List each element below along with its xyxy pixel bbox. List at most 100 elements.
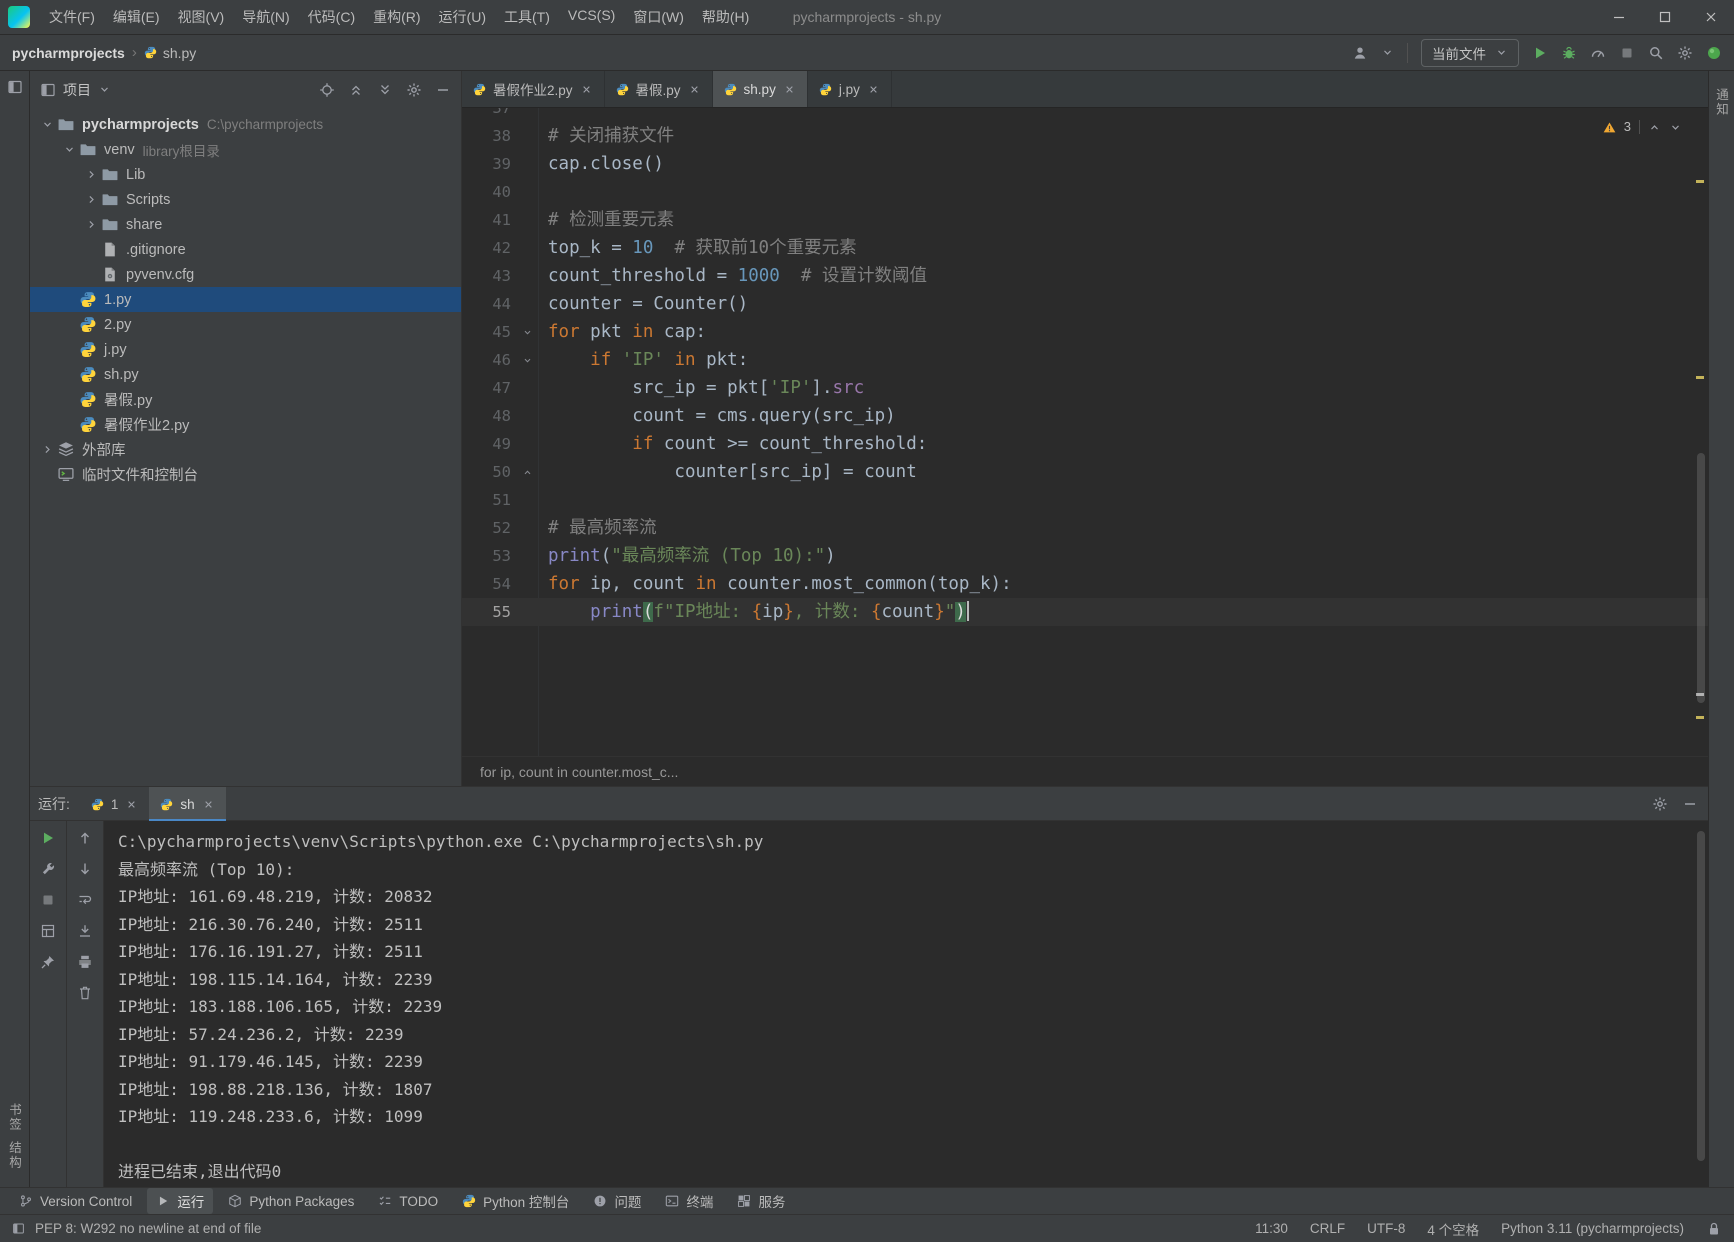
code-line-43[interactable]: 43count_threshold = 1000 # 设置计数阈值 [462, 262, 1708, 290]
tool-stripe-label[interactable]: 通知 [1712, 88, 1731, 117]
line-number[interactable]: 43 [462, 262, 516, 290]
expand-icon[interactable] [377, 82, 393, 98]
breadcrumb-file[interactable]: sh.py [144, 45, 196, 61]
tree-item-j.py[interactable]: j.py [30, 337, 461, 362]
editor[interactable]: 3738# 关闭捕获文件39cap.close()4041# 检测重要元素42t… [462, 108, 1708, 756]
line-number[interactable]: 53 [462, 542, 516, 570]
tree-chevron-icon[interactable] [82, 193, 101, 206]
menu-item-9[interactable]: 窗口(W) [624, 3, 693, 31]
run-tab-sh[interactable]: sh [149, 787, 225, 821]
tab-close-icon[interactable] [783, 83, 796, 96]
stop-button[interactable] [1619, 45, 1635, 61]
tab-close-icon[interactable] [580, 83, 593, 96]
tree-item-1.py[interactable]: 1.py [30, 287, 461, 312]
line-number[interactable]: 49 [462, 430, 516, 458]
code-line-46[interactable]: 46 if 'IP' in pkt: [462, 346, 1708, 374]
editor-tab-sh.py[interactable]: sh.py [713, 71, 808, 107]
tree-chevron-icon[interactable] [38, 118, 57, 131]
gear-icon[interactable] [406, 82, 422, 98]
debug-button[interactable] [1561, 45, 1577, 61]
stop-icon[interactable] [40, 892, 56, 908]
line-number[interactable]: 52 [462, 514, 516, 542]
line-number[interactable]: 45 [462, 318, 516, 346]
error-stripe[interactable] [1692, 108, 1708, 756]
tree-item-暑假.py[interactable]: 暑假.py [30, 387, 461, 412]
menu-item-8[interactable]: VCS(S) [559, 3, 624, 31]
run-tab-1[interactable]: 1 [80, 787, 150, 821]
printer-icon[interactable] [77, 954, 93, 970]
profiler-button[interactable] [1590, 45, 1606, 61]
tree-chevron-icon[interactable] [60, 143, 79, 156]
menu-item-10[interactable]: 帮助(H) [693, 3, 758, 31]
line-number[interactable]: 42 [462, 234, 516, 262]
arrow-down-icon[interactable] [77, 861, 93, 877]
console-scrollbar[interactable] [1697, 831, 1705, 1161]
tree-item-pycharmprojects[interactable]: pycharmprojectsC:\pycharmprojects [30, 112, 461, 137]
tree-chevron-icon[interactable] [38, 443, 57, 456]
code-line-50[interactable]: 50 counter[src_ip] = count [462, 458, 1708, 486]
status-widget[interactable]: Python 3.11 (pycharmprojects) [1501, 1221, 1684, 1236]
codewithme-icon[interactable] [1706, 45, 1722, 61]
line-number[interactable]: 55 [462, 598, 516, 626]
close-button[interactable] [1688, 0, 1734, 34]
breadcrumb-context[interactable]: for ip, count in counter.most_c... [480, 764, 678, 780]
user-icon[interactable] [1352, 45, 1368, 61]
code-line-45[interactable]: 45for pkt in cap: [462, 318, 1708, 346]
status-widget[interactable]: UTF-8 [1367, 1221, 1405, 1236]
line-number[interactable]: 50 [462, 458, 516, 486]
minus-icon[interactable] [435, 82, 451, 98]
breadcrumb-project[interactable]: pycharmprojects [12, 45, 125, 61]
line-number[interactable]: 54 [462, 570, 516, 598]
collapse-icon[interactable] [348, 82, 364, 98]
warning-mark[interactable] [1696, 180, 1704, 183]
trash-icon[interactable] [77, 985, 93, 1001]
prev-problem-icon[interactable] [1648, 121, 1661, 134]
menu-item-1[interactable]: 编辑(E) [104, 3, 169, 31]
tree-item-Scripts[interactable]: Scripts [30, 187, 461, 212]
maximize-button[interactable] [1642, 0, 1688, 34]
lock-icon[interactable] [1706, 1221, 1722, 1237]
line-number[interactable]: 48 [462, 402, 516, 430]
menu-item-4[interactable]: 代码(C) [299, 3, 364, 31]
code-line-38[interactable]: 38# 关闭捕获文件 [462, 122, 1708, 150]
toolwindow-button-Python Packages[interactable]: Python Packages [219, 1191, 363, 1212]
code-line-54[interactable]: 54for ip, count in counter.most_common(t… [462, 570, 1708, 598]
menu-item-7[interactable]: 工具(T) [495, 3, 559, 31]
tool-stripe-label[interactable]: 书签 [5, 1103, 24, 1132]
tree-item-venv[interactable]: venvlibrary根目录 [30, 137, 461, 162]
status-message[interactable]: PEP 8: W292 no newline at end of file [35, 1221, 261, 1236]
run-configuration-selector[interactable]: 当前文件 [1421, 39, 1519, 67]
toolwindow-toggle-icon[interactable] [12, 1222, 25, 1235]
fold-marker-icon[interactable] [516, 318, 538, 346]
menu-item-0[interactable]: 文件(F) [40, 3, 104, 31]
code-line-52[interactable]: 52# 最高频率流 [462, 514, 1708, 542]
tab-close-icon[interactable] [867, 83, 880, 96]
tree-item-2.py[interactable]: 2.py [30, 312, 461, 337]
warning-mark[interactable] [1696, 716, 1704, 719]
code-line-51[interactable]: 51 [462, 486, 1708, 514]
code-line-47[interactable]: 47 src_ip = pkt['IP'].src [462, 374, 1708, 402]
line-number[interactable]: 41 [462, 206, 516, 234]
tree-item-sh.py[interactable]: sh.py [30, 362, 461, 387]
arrow-up-icon[interactable] [77, 830, 93, 846]
toolwindow-button-Version Control[interactable]: Version Control [10, 1191, 141, 1212]
line-number[interactable]: 46 [462, 346, 516, 374]
tool-stripe-label[interactable]: 结构 [5, 1141, 24, 1170]
toolwindow-button-TODO[interactable]: TODO [369, 1191, 447, 1212]
tab-close-icon[interactable] [202, 798, 215, 811]
play-icon[interactable] [40, 830, 56, 846]
code-line-40[interactable]: 40 [462, 178, 1708, 206]
tree-item-暑假作业2.py[interactable]: 暑假作业2.py [30, 412, 461, 437]
line-number[interactable]: 40 [462, 178, 516, 206]
tree-item-临时文件和控制台[interactable]: 临时文件和控制台 [30, 462, 461, 487]
line-number[interactable]: 37 [462, 108, 516, 122]
menu-item-6[interactable]: 运行(U) [430, 3, 495, 31]
code-line-55[interactable]: 55 print(f"IP地址: {ip}, 计数: {count}") [462, 598, 1708, 626]
tree-item-share[interactable]: share [30, 212, 461, 237]
editor-scrollbar[interactable] [1697, 453, 1705, 703]
tree-item-Lib[interactable]: Lib [30, 162, 461, 187]
editor-tab-暑假.py[interactable]: 暑假.py [605, 71, 713, 107]
line-number[interactable]: 44 [462, 290, 516, 318]
editor-tab-暑假作业2.py[interactable]: 暑假作业2.py [462, 71, 605, 107]
editor-tab-j.py[interactable]: j.py [808, 71, 892, 107]
